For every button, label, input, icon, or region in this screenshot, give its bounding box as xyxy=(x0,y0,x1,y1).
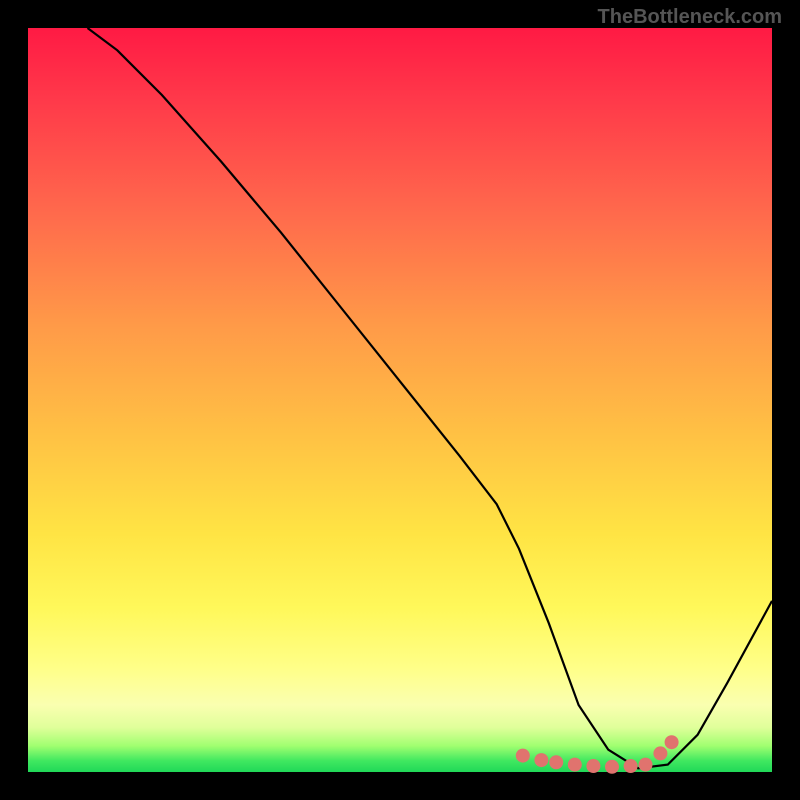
watermark-text: TheBottleneck.com xyxy=(598,6,782,29)
minimum-dot xyxy=(665,735,679,749)
minimum-region-dots xyxy=(516,735,679,774)
bottleneck-curve-line xyxy=(88,28,773,768)
chart-plot-area xyxy=(28,28,772,772)
minimum-dot xyxy=(624,759,638,773)
minimum-dot xyxy=(568,758,582,772)
minimum-dot xyxy=(586,759,600,773)
minimum-dot xyxy=(639,758,653,772)
minimum-dot xyxy=(534,753,548,767)
minimum-dot xyxy=(549,755,563,769)
minimum-dot xyxy=(605,760,619,774)
minimum-dot xyxy=(516,749,530,763)
chart-svg xyxy=(28,28,772,772)
minimum-dot xyxy=(653,746,667,760)
